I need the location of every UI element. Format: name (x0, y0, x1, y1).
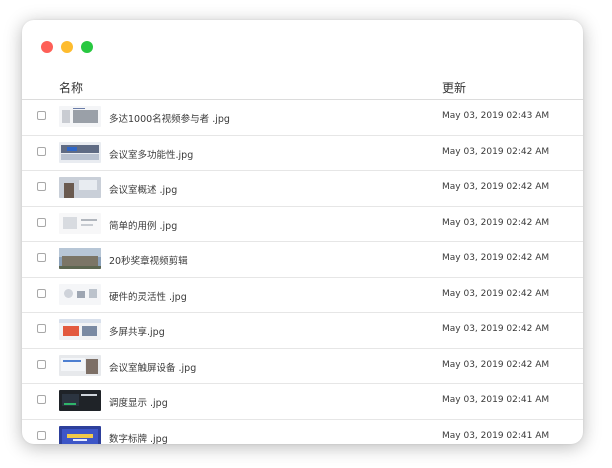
row-checkbox[interactable] (37, 217, 46, 227)
file-browser-window: 名称 更新 多达1000名视频参与者 .jpg May 03, 2019 02:4… (22, 20, 583, 444)
file-list: 多达1000名视频参与者 .jpg May 03, 2019 02:43 AM 会议… (22, 100, 583, 444)
file-row[interactable]: 数字标牌 .jpg May 03, 2019 02:41 AM (22, 420, 583, 445)
file-name[interactable]: 多屏共享.jpg (109, 324, 165, 338)
file-row[interactable]: 多屏共享.jpg May 03, 2019 02:42 AM (22, 313, 583, 349)
row-checkbox[interactable] (37, 146, 46, 156)
file-thumbnail[interactable] (59, 425, 101, 444)
maximize-window-button[interactable] (81, 41, 93, 53)
row-checkbox[interactable] (37, 288, 46, 298)
file-thumbnail[interactable] (59, 212, 101, 234)
row-checkbox[interactable] (37, 253, 46, 262)
file-thumbnail[interactable] (59, 248, 101, 269)
file-row[interactable]: 20秒奖章视频剪辑 May 03, 2019 02:42 AM (22, 242, 583, 278)
file-updated-date: May 03, 2019 02:42 AM (442, 253, 550, 263)
minimize-window-button[interactable] (61, 41, 73, 53)
file-row[interactable]: 会议室概述 .jpg May 03, 2019 02:42 AM (22, 171, 583, 207)
file-row[interactable]: 会议室触屏设备 .jpg May 03, 2019 02:42 AM (22, 349, 583, 384)
file-name[interactable]: 会议室多功能性.jpg (109, 147, 193, 161)
file-thumbnail[interactable] (59, 354, 101, 376)
file-updated-date: May 03, 2019 02:42 AM (442, 217, 550, 228)
file-row[interactable]: 多达1000名视频参与者 .jpg May 03, 2019 02:43 AM (22, 100, 583, 136)
file-thumbnail[interactable] (59, 390, 101, 411)
file-row[interactable]: 会议室多功能性.jpg May 03, 2019 02:42 AM (22, 136, 583, 171)
file-thumbnail[interactable] (59, 141, 101, 163)
file-updated-date: May 03, 2019 02:41 AM (442, 395, 550, 405)
file-updated-date: May 03, 2019 02:43 AM (442, 111, 550, 121)
file-updated-date: May 03, 2019 02:42 AM (442, 182, 550, 192)
row-checkbox[interactable] (37, 324, 46, 333)
file-name[interactable]: 调度显示 .jpg (109, 395, 168, 409)
file-row[interactable]: 调度显示 .jpg May 03, 2019 02:41 AM (22, 384, 583, 420)
row-checkbox[interactable] (37, 111, 46, 120)
file-updated-date: May 03, 2019 02:41 AM (442, 430, 550, 441)
file-row[interactable]: 简单的用例 .jpg May 03, 2019 02:42 AM (22, 207, 583, 242)
file-name[interactable]: 硬件的灵活性 .jpg (109, 289, 187, 303)
file-thumbnail[interactable] (59, 106, 101, 127)
file-updated-date: May 03, 2019 02:42 AM (442, 324, 550, 334)
file-updated-date: May 03, 2019 02:42 AM (442, 146, 550, 157)
row-checkbox[interactable] (37, 182, 46, 191)
file-thumbnail[interactable] (59, 319, 101, 340)
file-thumbnail[interactable] (59, 177, 101, 198)
file-name[interactable]: 会议室概述 .jpg (109, 182, 177, 196)
file-list-header: 名称 更新 (22, 74, 583, 100)
file-name[interactable]: 20秒奖章视频剪辑 (109, 253, 188, 267)
file-row[interactable]: 硬件的灵活性 .jpg May 03, 2019 02:42 AM (22, 278, 583, 313)
file-updated-date: May 03, 2019 02:42 AM (442, 359, 550, 370)
column-header-name[interactable]: 名称 (59, 79, 83, 96)
file-name[interactable]: 多达1000名视频参与者 .jpg (109, 111, 230, 125)
file-name[interactable]: 简单的用例 .jpg (109, 218, 177, 232)
file-thumbnail[interactable] (59, 283, 101, 305)
row-checkbox[interactable] (37, 359, 46, 369)
file-name[interactable]: 会议室触屏设备 .jpg (109, 360, 196, 374)
close-window-button[interactable] (41, 41, 53, 53)
column-header-updated[interactable]: 更新 (442, 79, 466, 96)
file-updated-date: May 03, 2019 02:42 AM (442, 288, 550, 299)
row-checkbox[interactable] (37, 395, 46, 404)
file-name[interactable]: 数字标牌 .jpg (109, 431, 168, 445)
row-checkbox[interactable] (37, 430, 46, 440)
